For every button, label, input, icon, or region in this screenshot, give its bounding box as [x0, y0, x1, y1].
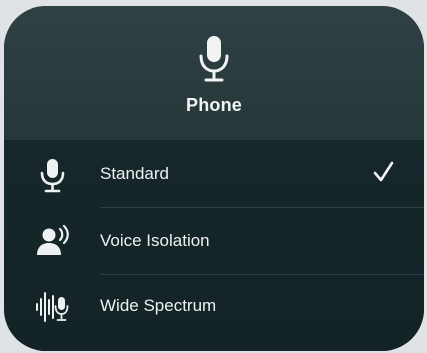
panel-title: Phone — [185, 95, 242, 115]
microphone-icon — [199, 36, 229, 82]
mode-label: Voice Isolation — [100, 231, 210, 250]
wide-spectrum-icon — [36, 292, 69, 322]
panel-header: Phone — [4, 6, 424, 140]
microphone-icon — [40, 159, 65, 193]
mode-option-standard[interactable]: Standard — [4, 143, 424, 207]
mode-option-voice-isolation[interactable]: Voice Isolation — [4, 210, 424, 274]
mic-mode-panel: Phone Standard Voice Isolation Wide Spec… — [4, 6, 424, 351]
mic-mode-list: Standard Voice Isolation Wide Spectrum — [4, 140, 424, 351]
checkmark-icon — [373, 161, 394, 182]
mode-label: Wide Spectrum — [100, 296, 217, 315]
mode-option-wide-spectrum[interactable]: Wide Spectrum — [4, 275, 424, 339]
mode-label: Standard — [100, 164, 169, 183]
row-divider — [100, 207, 424, 208]
voice-isolation-icon — [37, 224, 69, 255]
